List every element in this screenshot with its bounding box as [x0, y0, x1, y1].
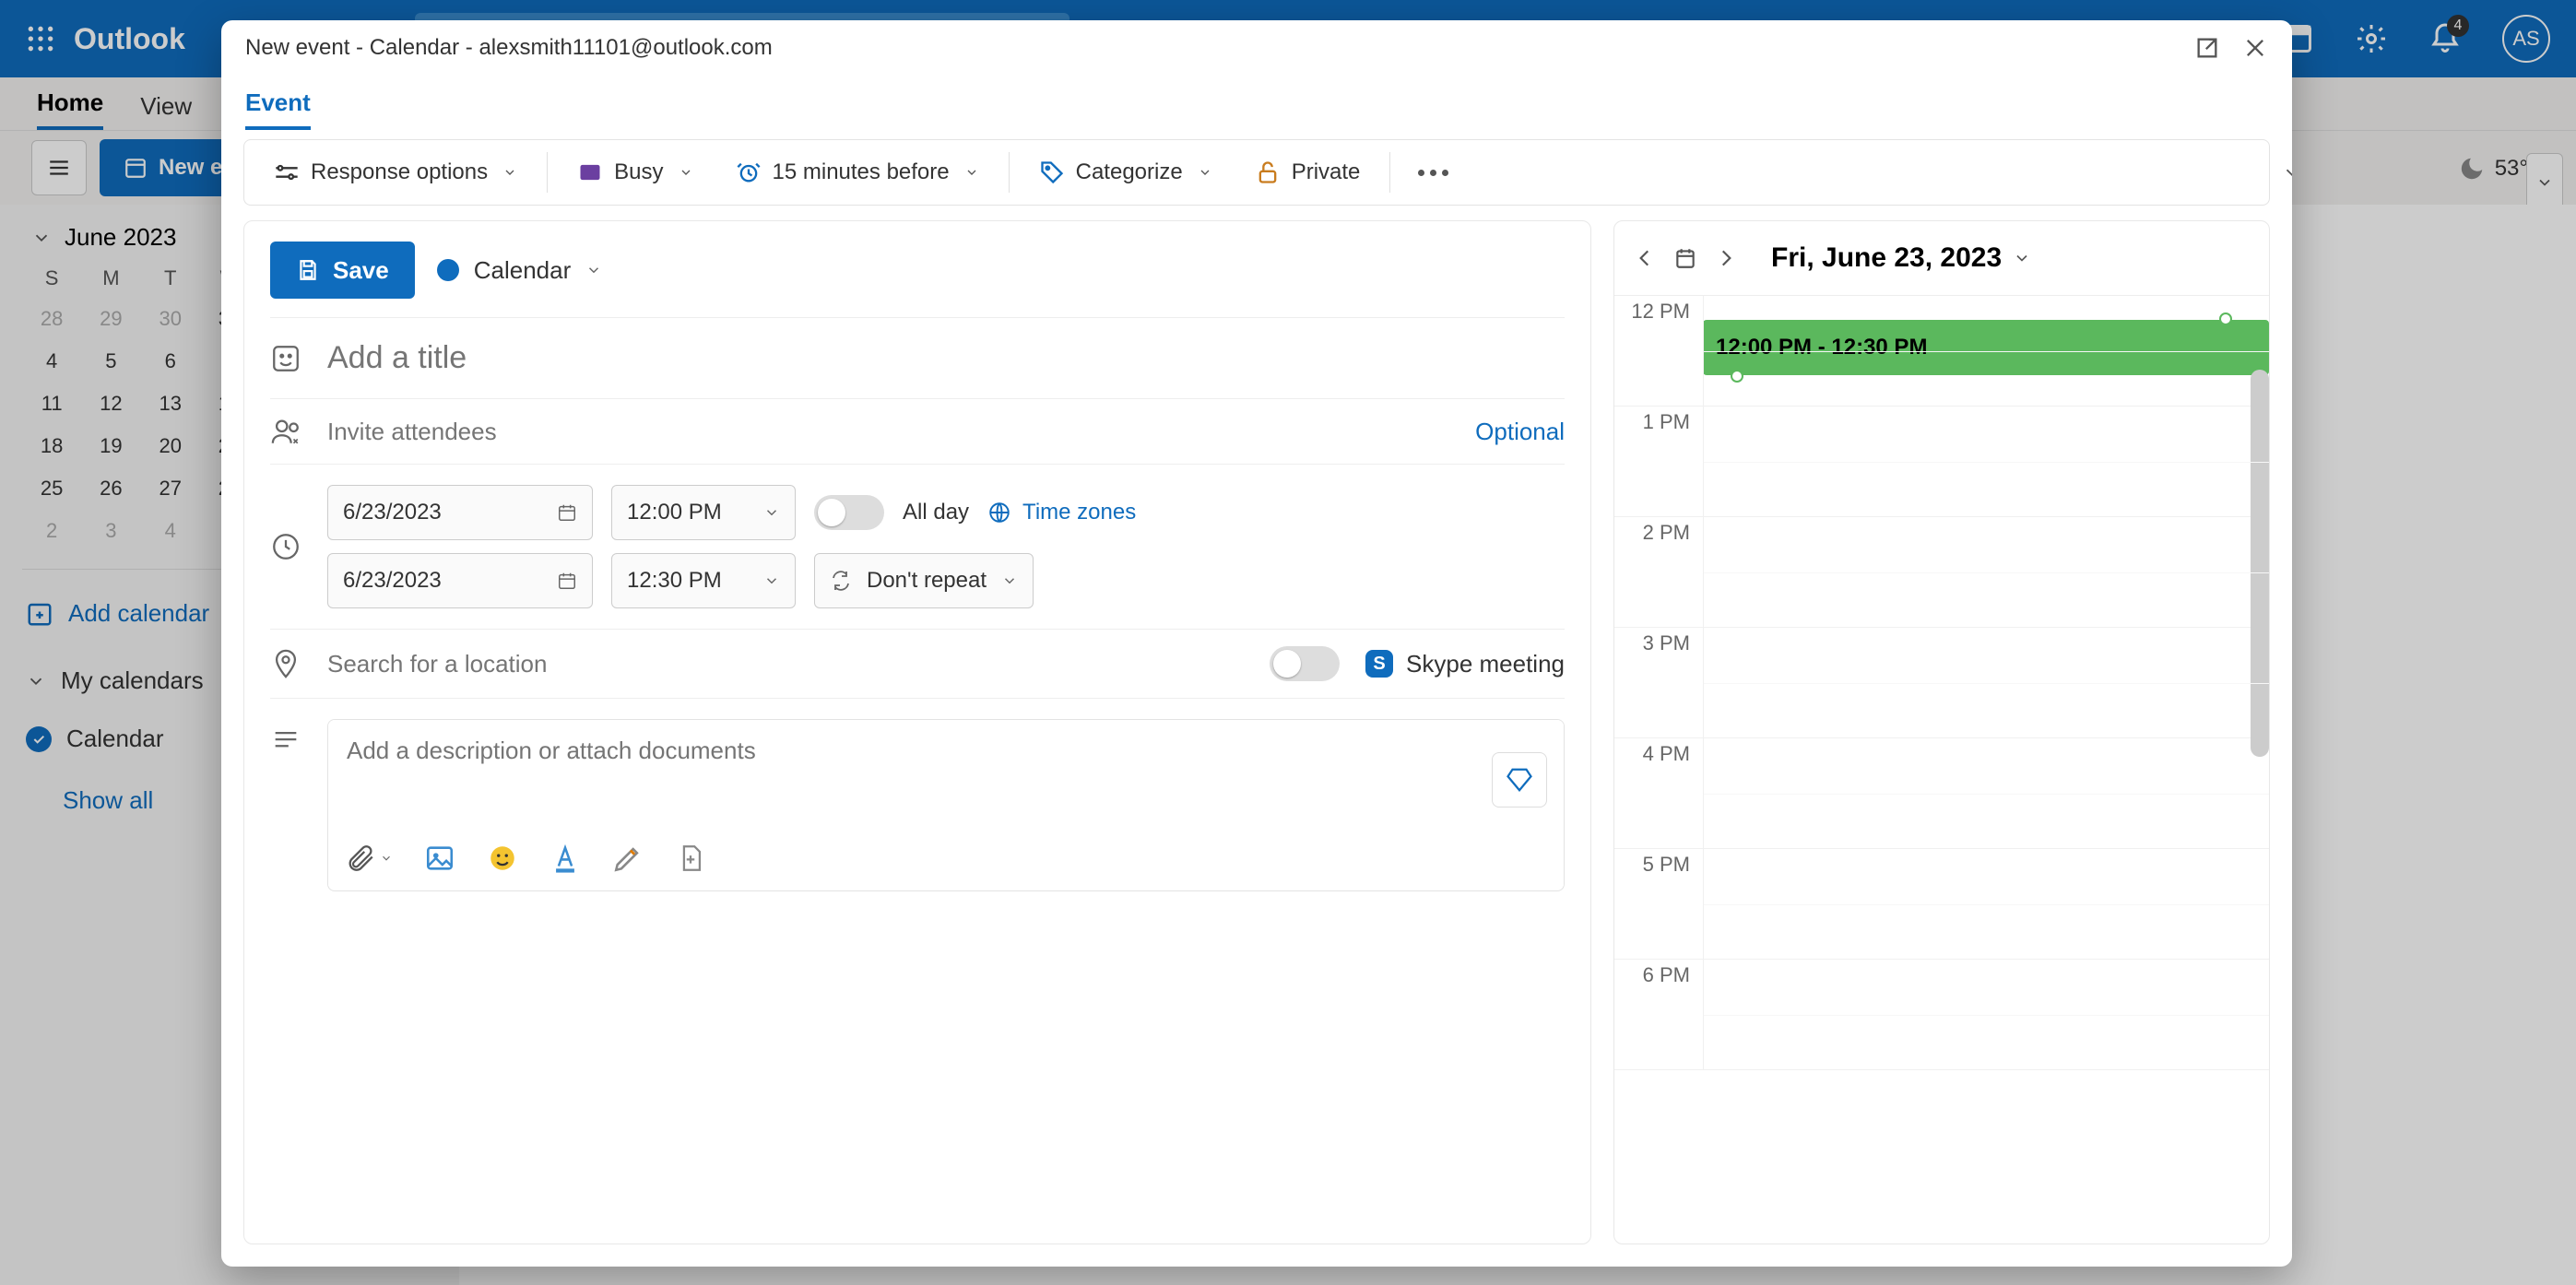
paperclip-icon	[345, 843, 376, 874]
emoji-title-icon[interactable]	[270, 343, 301, 374]
all-day-toggle[interactable]	[814, 495, 884, 530]
save-button[interactable]: Save	[270, 242, 415, 299]
tag-icon	[1039, 159, 1065, 185]
description-area	[327, 719, 1565, 891]
next-day-icon[interactable]	[1714, 246, 1738, 270]
chevron-down-icon	[1001, 572, 1018, 589]
new-event-modal: New event - Calendar - alexsmith11101@ou…	[221, 20, 2292, 1267]
event-form: Save Calendar Optional	[243, 220, 1591, 1244]
repeat-field[interactable]: Don't repeat	[814, 553, 1034, 608]
hour-label: 12 PM	[1614, 296, 1703, 406]
hour-row[interactable]: 2 PM	[1614, 517, 2269, 628]
diamond-icon	[1506, 766, 1533, 794]
options-icon	[274, 159, 300, 185]
hour-row[interactable]: 12 PM	[1614, 296, 2269, 407]
hour-label: 4 PM	[1614, 738, 1703, 848]
ribbon-expand-icon[interactable]	[2282, 162, 2292, 183]
show-as-button[interactable]: Busy	[559, 140, 711, 205]
event-ribbon: Response options Busy 15 minutes before …	[243, 139, 2270, 206]
reminder-button[interactable]: 15 minutes before	[717, 140, 998, 205]
busy-icon	[577, 159, 603, 185]
editor-premium-icon[interactable]	[1492, 752, 1547, 808]
location-icon	[270, 648, 301, 679]
schedule-grid[interactable]: 12:00 PM - 12:30 PM 12 PM1 PM2 PM3 PM4 P…	[1614, 295, 2269, 1244]
calendar-icon	[557, 502, 577, 523]
chevron-down-icon	[679, 165, 693, 180]
hour-label: 5 PM	[1614, 849, 1703, 959]
start-time-field[interactable]: 12:00 PM	[611, 485, 796, 540]
hour-row[interactable]: 1 PM	[1614, 407, 2269, 517]
time-zones-link[interactable]: Time zones	[987, 500, 1136, 525]
prev-day-icon[interactable]	[1633, 246, 1657, 270]
hour-label: 6 PM	[1614, 960, 1703, 1069]
globe-icon	[987, 501, 1011, 525]
hour-label: 3 PM	[1614, 628, 1703, 737]
hour-label: 1 PM	[1614, 407, 1703, 516]
editor-toolbar	[345, 843, 706, 874]
chevron-down-icon	[763, 504, 780, 521]
repeat-icon	[830, 570, 852, 592]
tab-event[interactable]: Event	[245, 76, 311, 130]
draw-icon[interactable]	[612, 843, 644, 874]
response-options-button[interactable]: Response options	[255, 140, 536, 205]
location-input[interactable]	[327, 650, 1244, 678]
all-day-label: All day	[903, 500, 969, 525]
calendar-selector[interactable]: Calendar	[437, 256, 603, 285]
people-icon	[270, 416, 301, 447]
hour-row[interactable]: 4 PM	[1614, 738, 2269, 849]
schedule-date[interactable]: Fri, June 23, 2023	[1771, 242, 2031, 274]
end-time-field[interactable]: 12:30 PM	[611, 553, 796, 608]
insert-file-icon[interactable]	[675, 843, 706, 874]
skype-icon: S	[1365, 650, 1393, 678]
close-icon[interactable]	[2242, 35, 2268, 61]
schedule-panel: Fri, June 23, 2023 12:00 PM - 12:30 PM 1…	[1613, 220, 2270, 1244]
start-date-field[interactable]: 6/23/2023	[327, 485, 593, 540]
modal-title: New event - Calendar - alexsmith11101@ou…	[245, 35, 773, 61]
chevron-down-icon	[380, 852, 393, 865]
schedule-header: Fri, June 23, 2023	[1614, 221, 2269, 295]
hour-label: 2 PM	[1614, 517, 1703, 627]
modal-titlebar: New event - Calendar - alexsmith11101@ou…	[221, 20, 2292, 76]
lock-open-icon	[1255, 159, 1281, 185]
chevron-down-icon	[502, 165, 517, 180]
hour-row[interactable]: 5 PM	[1614, 849, 2269, 960]
chevron-down-icon	[585, 262, 602, 278]
more-options-button[interactable]	[1401, 170, 1465, 176]
chevron-down-icon	[1198, 165, 1212, 180]
save-icon	[296, 258, 320, 282]
categorize-button[interactable]: Categorize	[1021, 140, 1231, 205]
attach-button[interactable]	[345, 843, 393, 874]
end-date-field[interactable]: 6/23/2023	[327, 553, 593, 608]
popout-icon[interactable]	[2194, 35, 2220, 61]
font-color-icon[interactable]	[549, 843, 581, 874]
chevron-down-icon	[964, 165, 979, 180]
alarm-icon	[736, 159, 762, 185]
optional-link[interactable]: Optional	[1475, 418, 1565, 446]
private-button[interactable]: Private	[1236, 140, 1379, 205]
calendar-color-dot	[437, 259, 459, 281]
attendees-input[interactable]	[327, 418, 1449, 446]
modal-tabs: Event	[221, 76, 2292, 130]
hour-row[interactable]: 3 PM	[1614, 628, 2269, 738]
chevron-down-icon	[2013, 249, 2031, 267]
emoji-picker-icon[interactable]	[487, 843, 518, 874]
calendar-icon	[557, 571, 577, 591]
today-icon[interactable]	[1673, 246, 1697, 270]
skype-label: S Skype meeting	[1365, 650, 1565, 678]
title-input[interactable]	[327, 335, 1565, 382]
chevron-down-icon	[763, 572, 780, 589]
image-icon[interactable]	[424, 843, 455, 874]
hour-row[interactable]: 6 PM	[1614, 960, 2269, 1070]
description-icon	[270, 726, 301, 758]
clock-icon	[270, 531, 301, 562]
skype-toggle[interactable]	[1270, 646, 1340, 681]
